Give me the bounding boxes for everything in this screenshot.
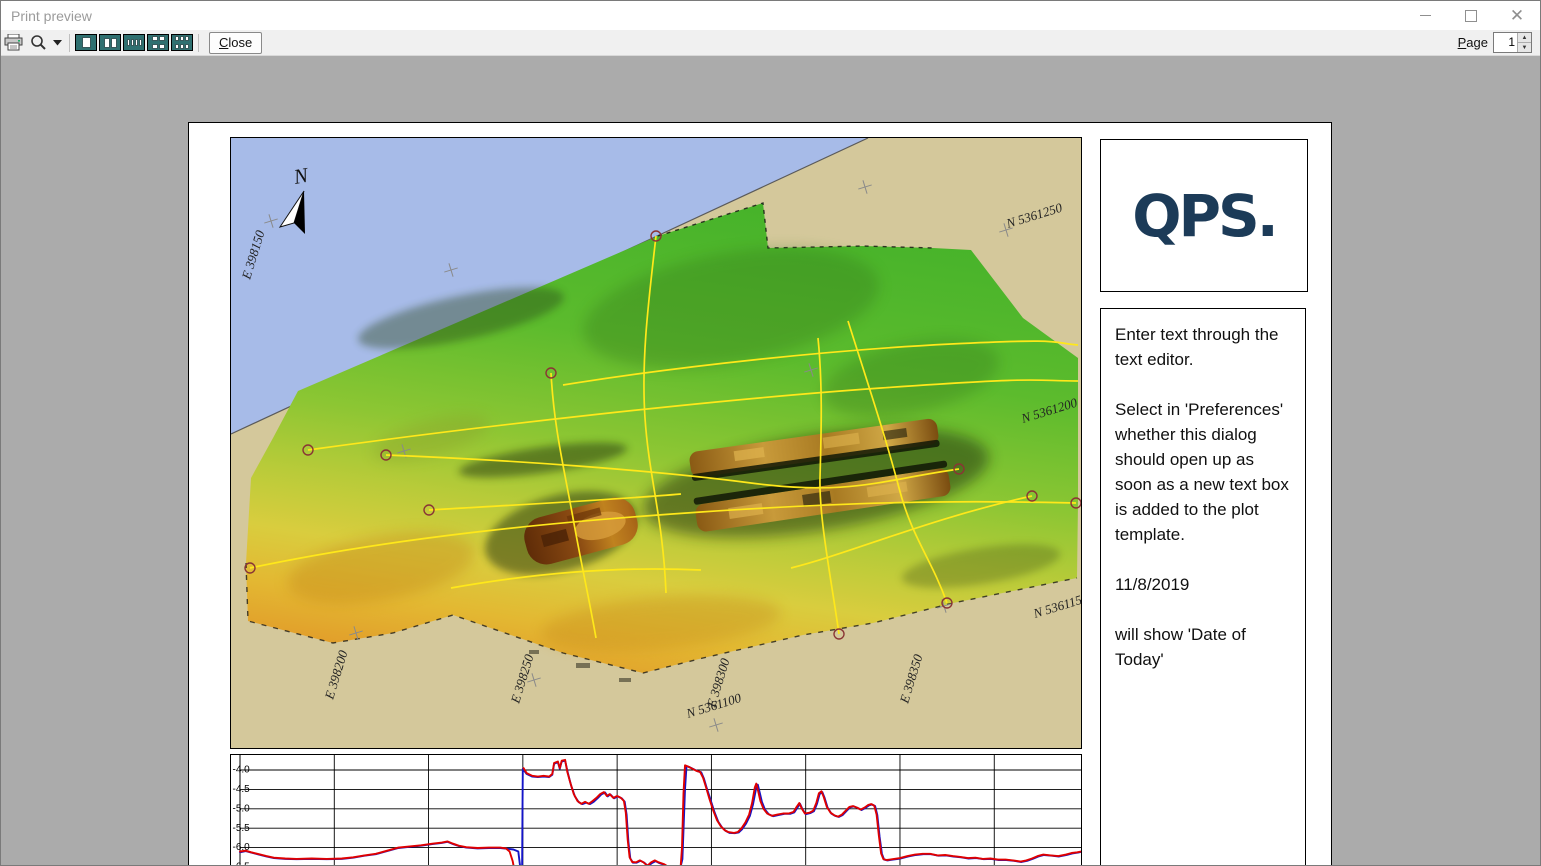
caption-buttons: ✕ bbox=[1402, 1, 1540, 30]
preview-two-pages-button[interactable] bbox=[98, 33, 122, 53]
text-box-paragraph: 11/8/2019 bbox=[1115, 572, 1291, 597]
zoom-dropdown-arrow bbox=[53, 40, 62, 46]
logo-box: QPS. bbox=[1100, 139, 1308, 292]
svg-text:-5.5: -5.5 bbox=[233, 823, 251, 834]
maximize-icon bbox=[1465, 10, 1477, 22]
titlebar: Print preview ✕ bbox=[1, 1, 1540, 31]
zoom-dropdown-button[interactable] bbox=[50, 32, 65, 54]
preview-four-pages-button[interactable] bbox=[146, 33, 170, 53]
map-view: E 398150N 5361250N 5361200N 5361150N 536… bbox=[230, 137, 1082, 749]
toolbar-separator bbox=[198, 34, 199, 52]
svg-text:-6.5: -6.5 bbox=[233, 862, 251, 866]
depth-profile-chart: 25 MP50 MP75 MP100 MP125 MP150 MP175 MP2… bbox=[230, 754, 1082, 866]
print-button[interactable] bbox=[1, 32, 27, 54]
text-box: Enter text through the text editor. Selec… bbox=[1100, 308, 1306, 866]
zoom-icon bbox=[30, 34, 47, 51]
preview-two-pages-icon bbox=[99, 34, 121, 51]
printer-icon bbox=[4, 34, 24, 51]
page-spin-buttons: ▲ ▼ bbox=[1517, 33, 1531, 52]
page-label: Page bbox=[1458, 35, 1488, 50]
qps-logo: QPS. bbox=[1132, 182, 1276, 250]
minimize-icon bbox=[1420, 15, 1431, 16]
preview-nine-pages-button[interactable] bbox=[170, 33, 194, 53]
preview-page-row-icon bbox=[123, 34, 145, 51]
close-icon: ✕ bbox=[1510, 7, 1524, 24]
preview-area: E 398150N 5361250N 5361200N 5361150N 536… bbox=[1, 56, 1540, 865]
text-box-paragraph: will show 'Date of Today' bbox=[1115, 622, 1291, 672]
window-title: Print preview bbox=[11, 8, 92, 24]
page-spinner[interactable]: 1 ▲ ▼ bbox=[1493, 32, 1532, 53]
text-box-paragraph: Enter text through the text editor. bbox=[1115, 322, 1291, 372]
minimize-button[interactable] bbox=[1402, 1, 1448, 30]
toolbar-separator bbox=[69, 34, 70, 52]
preview-page-row-button[interactable] bbox=[122, 33, 146, 53]
toolbar: Close Page 1 ▲ ▼ bbox=[1, 30, 1540, 56]
svg-text:-4.5: -4.5 bbox=[233, 784, 251, 795]
svg-text:-5.0: -5.0 bbox=[233, 803, 251, 814]
preview-four-pages-icon bbox=[147, 34, 169, 51]
maximize-button[interactable] bbox=[1448, 1, 1494, 30]
page-control: Page 1 ▲ ▼ bbox=[1458, 32, 1532, 53]
svg-text:-4.0: -4.0 bbox=[233, 765, 251, 776]
page-number-value[interactable]: 1 bbox=[1494, 33, 1517, 52]
preview-one-page-button[interactable] bbox=[74, 33, 98, 53]
page-down-button[interactable]: ▼ bbox=[1518, 43, 1531, 52]
text-box-paragraph: Select in 'Preferences' whether this dia… bbox=[1115, 397, 1291, 547]
preview-one-page-icon bbox=[75, 34, 97, 51]
close-window-button[interactable]: ✕ bbox=[1494, 1, 1540, 30]
zoom-button[interactable] bbox=[27, 32, 50, 54]
close-button[interactable]: Close bbox=[209, 32, 262, 54]
page-up-button[interactable]: ▲ bbox=[1518, 33, 1531, 43]
print-preview-window: Print preview ✕ bbox=[0, 0, 1541, 866]
preview-nine-pages-icon bbox=[171, 34, 193, 51]
print-page: E 398150N 5361250N 5361200N 5361150N 536… bbox=[188, 122, 1332, 866]
